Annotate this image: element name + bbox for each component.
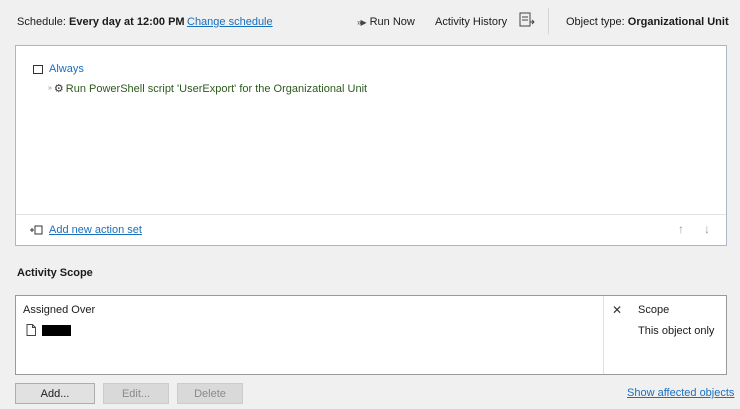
header-bar: Schedule: Every day at 12:00 PM Change s…: [0, 0, 740, 44]
change-schedule-link[interactable]: Change schedule: [187, 16, 273, 28]
column-assigned-over: Assigned Over: [23, 304, 96, 316]
object-type-label: Object type:: [566, 16, 625, 28]
panel-divider: [16, 214, 726, 215]
action-text: Run PowerShell script 'UserExport' for t…: [65, 82, 368, 95]
remove-column-icon[interactable]: ✕: [612, 303, 622, 317]
export-icon[interactable]: [518, 11, 536, 29]
delete-button[interactable]: Delete: [177, 383, 243, 404]
schedule-label: Schedule:: [17, 16, 66, 28]
redacted-object-name[interactable]: [42, 325, 71, 336]
column-scope: Scope: [638, 304, 670, 316]
arrow-down-icon[interactable]: ↓: [704, 222, 710, 236]
gear-icon: ⚙: [53, 83, 64, 95]
column-divider: [603, 296, 604, 374]
add-action-set-link[interactable]: Add new action set: [49, 224, 142, 236]
add-action-set[interactable]: Add new action set: [29, 224, 142, 236]
show-affected-objects-link[interactable]: Show affected objects: [627, 387, 734, 399]
schedule-value: Every day at 12:00 PM: [69, 16, 185, 28]
toolbar-separator: [548, 8, 549, 34]
arrow-up-icon[interactable]: ↑: [678, 222, 684, 236]
document-icon: [26, 324, 36, 336]
row-scope-value: This object only: [638, 325, 715, 337]
condition-row[interactable]: Always: [33, 63, 84, 75]
activity-history-button[interactable]: Activity History: [435, 16, 507, 28]
add-button[interactable]: Add...: [15, 383, 95, 404]
run-now-button[interactable]: »▶ Run Now: [357, 16, 415, 28]
add-action-set-icon: [30, 225, 43, 235]
run-now-label: Run Now: [369, 16, 415, 28]
edit-button[interactable]: Edit...: [103, 383, 169, 404]
actions-panel: Always » ⚙ Run PowerShell script 'UserEx…: [15, 45, 727, 246]
checkbox-icon: [33, 64, 43, 74]
action-connector-icon: »: [48, 85, 52, 92]
schedule-info: Schedule: Every day at 12:00 PM: [17, 16, 185, 28]
condition-label[interactable]: Always: [49, 63, 84, 75]
object-type: Object type: Organizational Unit: [566, 16, 729, 28]
scope-table: Assigned Over ✕ Scope This object only: [15, 295, 727, 375]
activity-scope-title: Activity Scope: [17, 267, 93, 279]
run-icon: »▶: [357, 17, 367, 27]
object-type-value: Organizational Unit: [627, 16, 729, 28]
action-row[interactable]: » ⚙ Run PowerShell script 'UserExport' f…: [48, 82, 368, 96]
